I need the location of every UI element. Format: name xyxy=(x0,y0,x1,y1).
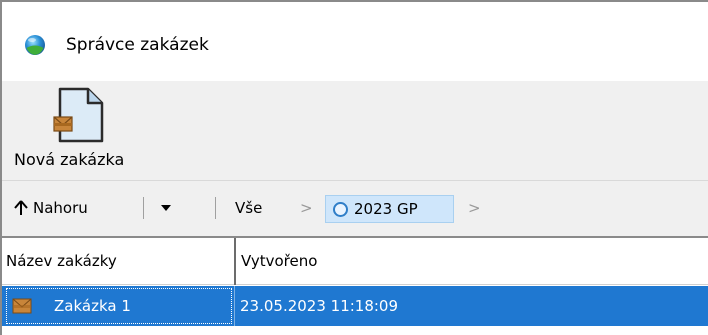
nav-divider xyxy=(215,197,216,219)
table-header: Název zakázky Vytvořeno xyxy=(2,238,708,285)
column-header-name[interactable]: Název zakázky xyxy=(2,238,234,285)
history-dropdown-button[interactable] xyxy=(156,197,176,219)
cell-divider xyxy=(234,286,235,326)
new-document-icon xyxy=(53,87,104,143)
window-title: Správce zakázek xyxy=(66,35,209,55)
up-button-label: Nahoru xyxy=(33,199,88,217)
globe-app-icon xyxy=(25,35,45,55)
app-window: Správce zakázek Nová zakázka Nahoru Vše … xyxy=(0,0,708,335)
table-empty-area xyxy=(2,326,708,335)
row-name-cell: Zakázka 1 xyxy=(54,297,131,315)
caret-down-icon xyxy=(161,205,171,211)
new-order-label: Nová zakázka xyxy=(14,150,125,169)
breadcrumb-all[interactable]: Vše xyxy=(235,195,262,221)
order-envelope-icon xyxy=(12,298,32,314)
title-bar: Správce zakázek xyxy=(2,2,708,81)
breadcrumb-2023-gp[interactable]: 2023 GP xyxy=(325,195,454,223)
up-button[interactable]: Nahoru xyxy=(14,195,88,221)
column-divider[interactable] xyxy=(234,238,236,285)
orders-table: Název zakázky Vytvořeno Zakázka 1 23.05.… xyxy=(2,236,708,335)
breadcrumb-separator[interactable]: > xyxy=(468,195,481,221)
navigation-bar: Nahoru Vše > 2023 GP > xyxy=(2,181,708,236)
new-order-button[interactable]: Nová zakázka xyxy=(6,83,146,177)
row-created-cell: 23.05.2023 11:18:09 xyxy=(240,297,399,315)
table-row[interactable]: Zakázka 1 23.05.2023 11:18:09 xyxy=(2,286,708,326)
breadcrumb-2023-gp-label: 2023 GP xyxy=(354,200,418,218)
column-header-created[interactable]: Vytvořeno xyxy=(237,238,707,285)
circle-folder-icon xyxy=(333,201,348,217)
ribbon: Nová zakázka xyxy=(2,81,708,180)
breadcrumb-separator: > xyxy=(300,199,313,217)
nav-divider xyxy=(143,197,144,219)
arrow-up-icon xyxy=(14,200,28,215)
